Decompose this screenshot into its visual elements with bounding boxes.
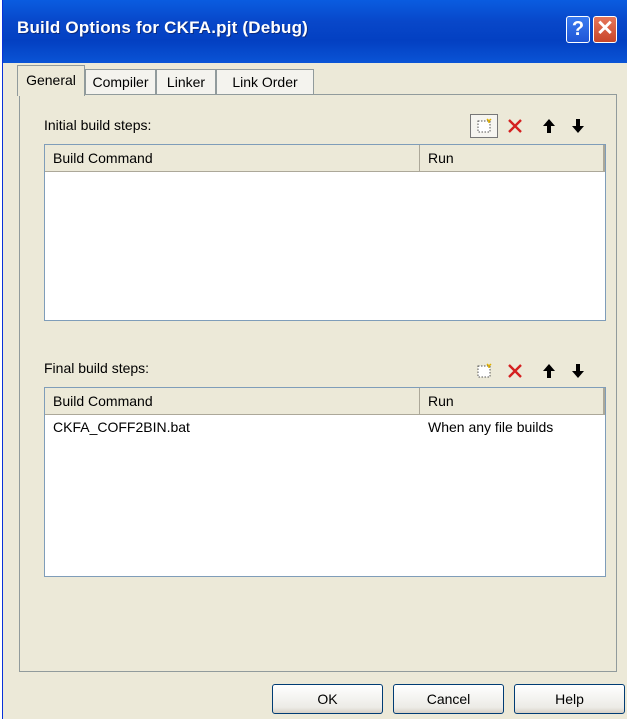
list-header: Build Command Run — [45, 388, 605, 415]
delete-icon — [508, 119, 522, 133]
column-build-command[interactable]: Build Command — [45, 145, 420, 171]
build-options-dialog: Build Options for CKFA.pjt (Debug) ? ✕ G… — [2, 0, 627, 719]
final-steps-label: Final build steps: — [44, 360, 150, 376]
move-up-icon — [543, 364, 555, 378]
window-title: Build Options for CKFA.pjt (Debug) — [17, 18, 309, 37]
help-button[interactable]: Help — [514, 684, 625, 714]
question-icon: ? — [571, 18, 585, 40]
help-title-button[interactable]: ? — [566, 16, 590, 43]
general-tab-panel: Initial build steps: Build Command Run F… — [19, 94, 617, 672]
list-header: Build Command Run — [45, 145, 605, 172]
final-steps-list[interactable]: Build Command Run CKFA_COFF2BIN.bat When… — [44, 387, 606, 577]
row-command: CKFA_COFF2BIN.bat — [53, 419, 190, 435]
final-move-down-button[interactable] — [564, 359, 592, 383]
initial-steps-label: Initial build steps: — [44, 117, 152, 133]
tab-general[interactable]: General — [17, 65, 85, 96]
new-icon — [477, 118, 492, 133]
column-build-command[interactable]: Build Command — [45, 388, 420, 414]
tab-compiler[interactable]: Compiler — [85, 69, 156, 95]
final-move-up-button[interactable] — [535, 359, 563, 383]
final-delete-button[interactable] — [501, 359, 529, 383]
column-run[interactable]: Run — [420, 145, 605, 171]
close-icon: ✕ — [596, 17, 614, 40]
final-new-button[interactable] — [470, 359, 498, 383]
title-bar[interactable]: Build Options for CKFA.pjt (Debug) ? ✕ — [3, 0, 627, 63]
move-up-icon — [543, 119, 555, 133]
move-down-icon — [572, 119, 584, 133]
move-down-icon — [572, 364, 584, 378]
ok-button[interactable]: OK — [272, 684, 383, 714]
new-icon — [477, 363, 492, 378]
tab-link-order[interactable]: Link Order — [216, 69, 314, 95]
dialog-footer: OK Cancel Help — [3, 677, 627, 719]
initial-new-button[interactable] — [470, 114, 498, 138]
dialog-body: General Compiler Linker Link Order Initi… — [3, 63, 627, 719]
tab-linker[interactable]: Linker — [156, 69, 216, 95]
close-title-button[interactable]: ✕ — [593, 16, 617, 43]
initial-move-up-button[interactable] — [535, 114, 563, 138]
initial-steps-list[interactable]: Build Command Run — [44, 144, 606, 321]
cancel-button[interactable]: Cancel — [393, 684, 504, 714]
table-row[interactable]: CKFA_COFF2BIN.bat When any file builds — [45, 416, 605, 438]
delete-icon — [508, 364, 522, 378]
column-run[interactable]: Run — [420, 388, 605, 414]
initial-delete-button[interactable] — [501, 114, 529, 138]
initial-move-down-button[interactable] — [564, 114, 592, 138]
row-run: When any file builds — [428, 419, 554, 435]
